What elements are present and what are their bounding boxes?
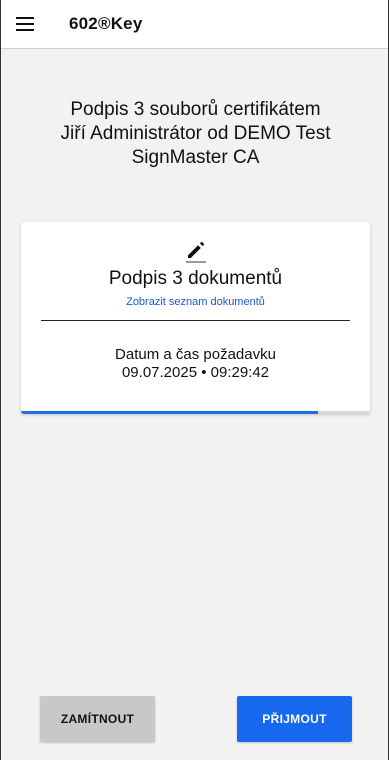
app-screen: 602®Key Podpis 3 souborů certifikátem Ji…: [0, 0, 389, 760]
app-title: 602®Key: [69, 14, 143, 33]
datetime-value: 09.07.2025 • 09:29:42: [121, 364, 270, 381]
heading-line-2: Jiří Administrátor od DEMO Test: [60, 123, 331, 144]
progress-fill: [21, 411, 318, 414]
app-bar: 602®Key: [1, 0, 388, 49]
card-title: Podpis 3 dokumentů: [108, 268, 283, 289]
signing-request-card: Podpis 3 dokumentů Zobrazit seznam dokum…: [21, 222, 370, 414]
heading-line-1: Podpis 3 souborů certifikátem: [70, 99, 321, 120]
datetime-label: Datum a čas požadavku: [115, 346, 276, 363]
accept-button[interactable]: PŘIJMOUT: [237, 696, 352, 742]
progress-bar: [21, 411, 370, 414]
pencil-icon: [186, 241, 206, 263]
reject-button[interactable]: ZAMÍTNOUT: [40, 696, 155, 742]
divider: [41, 320, 350, 321]
menu-icon[interactable]: [16, 15, 38, 33]
request-heading: Podpis 3 souborů certifikátem Jiří Admin…: [21, 98, 370, 170]
show-documents-link[interactable]: Zobrazit seznam dokumentů: [21, 296, 370, 308]
heading-line-3: SignMaster CA: [131, 147, 260, 168]
